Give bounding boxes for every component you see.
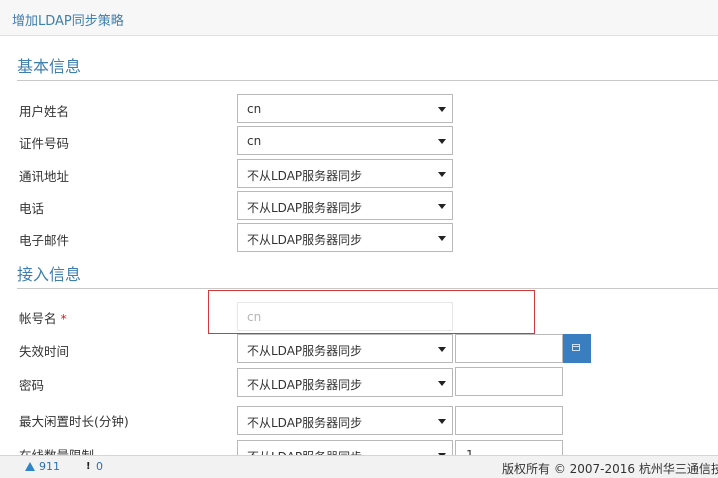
warning-count[interactable]: 911 xyxy=(39,460,60,473)
calendar-icon xyxy=(572,344,580,351)
max-idle-select[interactable]: 不从LDAP服务器同步 xyxy=(237,406,453,435)
error-count[interactable]: 0 xyxy=(96,460,103,473)
dropdown-arrow-icon xyxy=(438,139,446,144)
max-idle-input[interactable] xyxy=(455,406,563,435)
expire-time-select[interactable]: 不从LDAP服务器同步 xyxy=(237,334,453,363)
email-label: 电子邮件 xyxy=(19,233,70,248)
calendar-button[interactable] xyxy=(563,334,591,363)
phone-label: 电话 xyxy=(19,201,45,216)
account-name-label: 帐号名 * xyxy=(19,308,67,327)
section-divider xyxy=(17,80,718,81)
expire-time-label: 失效时间 xyxy=(19,344,70,359)
dropdown-arrow-icon xyxy=(438,419,446,424)
user-name-select[interactable]: cn xyxy=(237,94,453,123)
access-info-section-title: 接入信息 xyxy=(17,265,82,284)
select-value: cn xyxy=(247,134,262,148)
dialog-header: 增加LDAP同步策略 xyxy=(0,0,718,36)
select-value: 不从LDAP服务器同步 xyxy=(247,416,363,430)
address-label: 通讯地址 xyxy=(19,169,70,184)
dropdown-arrow-icon xyxy=(438,381,446,386)
basic-info-section-title: 基本信息 xyxy=(17,57,82,76)
required-mark: * xyxy=(60,311,67,326)
dropdown-arrow-icon xyxy=(438,347,446,352)
user-name-label: 用户姓名 xyxy=(19,104,70,119)
max-idle-label: 最大闲置时长(分钟) xyxy=(19,414,129,429)
password-select[interactable]: 不从LDAP服务器同步 xyxy=(237,368,453,397)
select-value: 不从LDAP服务器同步 xyxy=(247,201,363,215)
dropdown-arrow-icon xyxy=(438,172,446,177)
address-select[interactable]: 不从LDAP服务器同步 xyxy=(237,159,453,188)
select-value: 不从LDAP服务器同步 xyxy=(247,344,363,358)
section-divider xyxy=(17,288,718,289)
account-name-label-text: 帐号名 xyxy=(19,311,57,326)
select-value: 不从LDAP服务器同步 xyxy=(247,378,363,392)
phone-select[interactable]: 不从LDAP服务器同步 xyxy=(237,191,453,220)
dialog-title: 增加LDAP同步策略 xyxy=(12,14,124,29)
email-select[interactable]: 不从LDAP服务器同步 xyxy=(237,223,453,252)
password-label: 密码 xyxy=(19,378,45,393)
dropdown-arrow-icon xyxy=(438,107,446,112)
select-value: cn xyxy=(247,102,262,116)
dropdown-arrow-icon xyxy=(438,236,446,241)
select-value: 不从LDAP服务器同步 xyxy=(247,233,363,247)
password-input[interactable] xyxy=(455,367,563,396)
highlight-box xyxy=(208,290,535,334)
select-value: 不从LDAP服务器同步 xyxy=(247,169,363,183)
warning-icon[interactable] xyxy=(25,462,35,471)
id-number-label: 证件号码 xyxy=(19,136,70,151)
id-number-select[interactable]: cn xyxy=(237,126,453,155)
expire-time-input[interactable] xyxy=(455,334,563,363)
copyright-text: 版权所有 © 2007-2016 杭州华三通信技术有 xyxy=(502,462,718,476)
dropdown-arrow-icon xyxy=(438,204,446,209)
error-icon[interactable]: ! xyxy=(86,461,91,472)
status-bar: 911 ! 0 版权所有 © 2007-2016 杭州华三通信技术有 xyxy=(0,455,718,478)
